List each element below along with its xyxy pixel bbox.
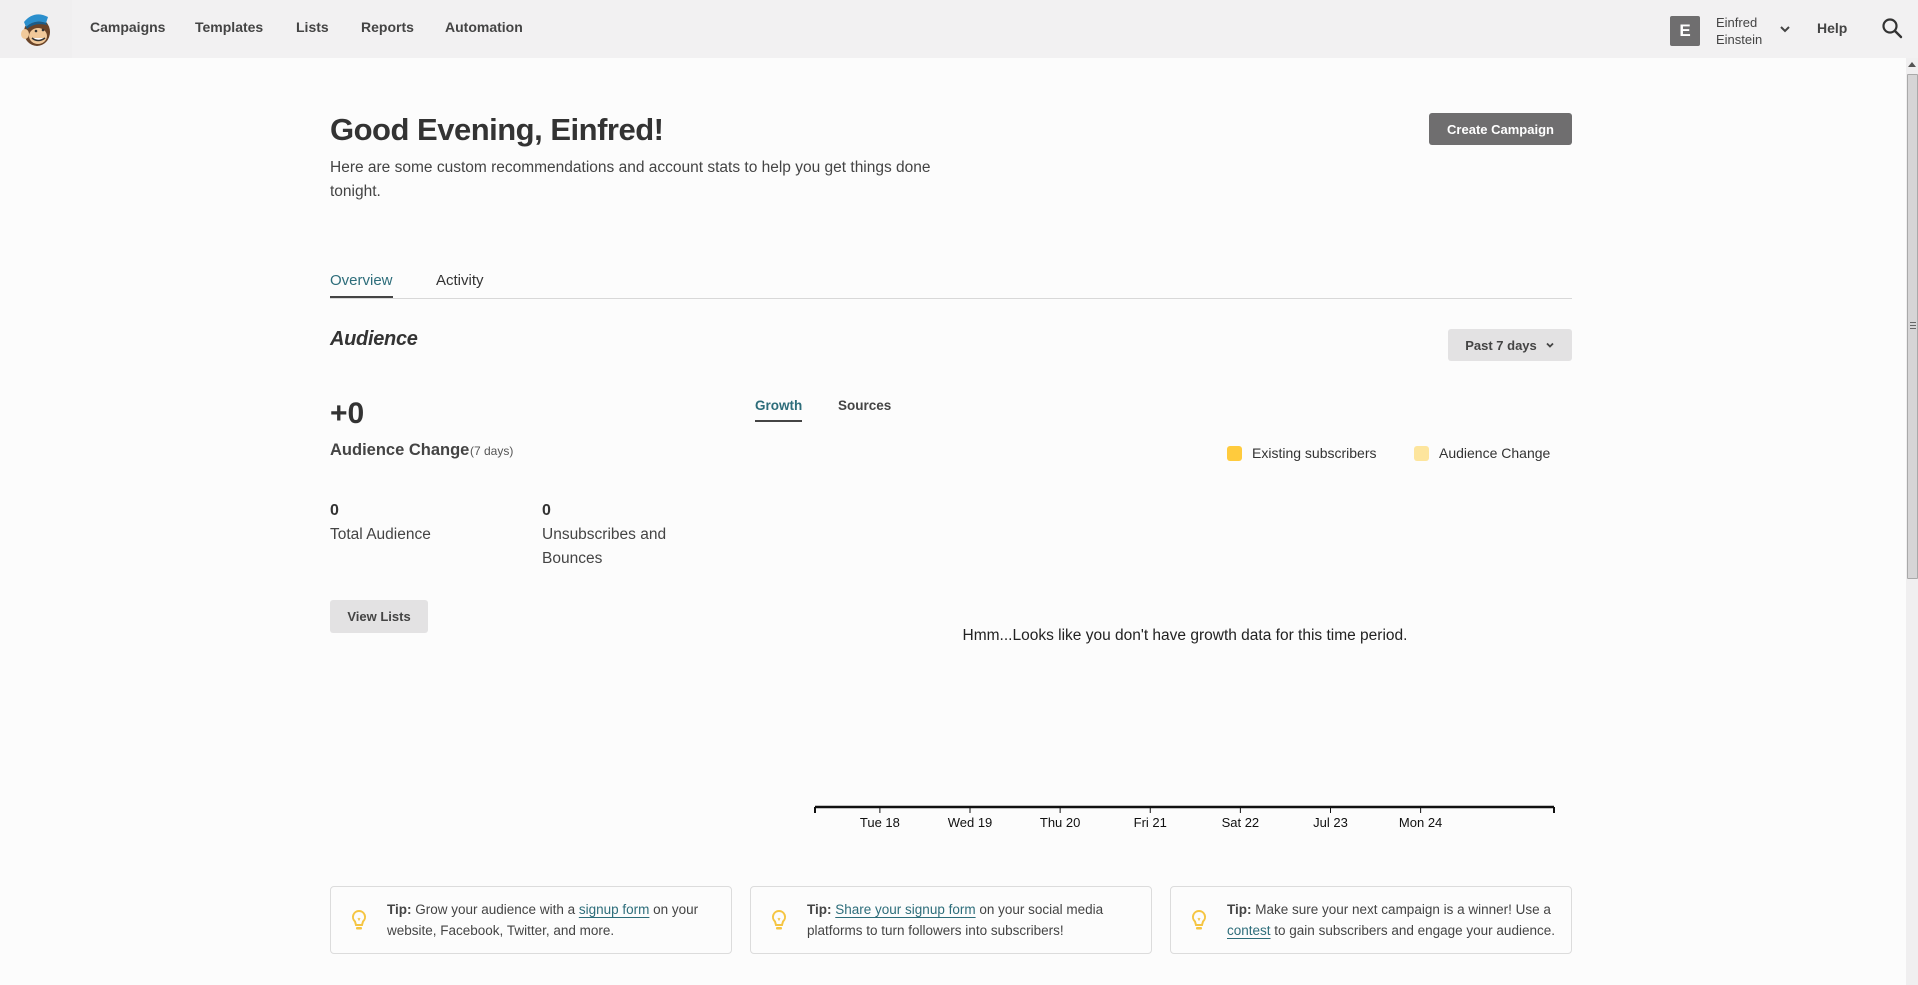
x-axis-tick-label: Wed 19 <box>948 815 993 830</box>
top-navigation: Campaigns Templates Lists Reports Automa… <box>0 0 1918 58</box>
total-audience-value: 0 <box>330 502 339 519</box>
nav-campaigns[interactable]: Campaigns <box>90 19 165 35</box>
unsubscribes-value: 0 <box>542 502 551 519</box>
unsubscribes-label: Unsubscribes and Bounces <box>542 526 667 567</box>
date-range-label: Past 7 days <box>1465 337 1537 353</box>
chart-empty-message: Hmm...Looks like you don't have growth d… <box>962 627 1408 644</box>
help-link[interactable]: Help <box>1817 20 1847 36</box>
tip-prefix: Tip: <box>387 902 412 917</box>
scrollbar-thumb[interactable] <box>1907 74 1918 579</box>
search-icon[interactable] <box>1881 17 1903 39</box>
chevron-down-icon[interactable] <box>1778 22 1792 36</box>
page-title: Good Evening, Einfred! <box>330 112 664 147</box>
total-audience-label: Total Audience <box>330 526 431 543</box>
audience-heading: Audience <box>330 328 418 350</box>
create-campaign-button[interactable]: Create Campaign <box>1429 113 1572 145</box>
audience-change-label: Audience Change <box>330 441 470 459</box>
legend-swatch-existing <box>1227 445 1242 461</box>
monkey-logo-icon <box>21 14 50 46</box>
growth-chart-x-axis: Tue 18 Wed 19 Thu 20 Fri 21 Sat 22 Jul 23 Mon … <box>814 805 1555 830</box>
tab-overview[interactable]: Overview <box>330 272 393 298</box>
x-axis-tick-label: Jul 23 <box>1313 815 1348 830</box>
nav-templates[interactable]: Templates <box>195 19 263 35</box>
x-axis-tick-label: Sat 22 <box>1222 815 1260 830</box>
lightbulb-icon <box>771 909 787 930</box>
legend-existing-subscribers: Existing subscribers <box>1227 445 1377 461</box>
audience-change-period: (7 days) <box>470 444 514 458</box>
view-lists-button[interactable]: View Lists <box>330 600 428 633</box>
tip-card: Tip: Grow your audience with a signup fo… <box>330 886 732 954</box>
tip-text: Tip: Grow your audience with a signup fo… <box>387 899 721 941</box>
user-avatar[interactable]: E <box>1670 16 1700 46</box>
tip-prefix: Tip: <box>1227 902 1252 917</box>
tip-text: Tip: Share your signup form on your soci… <box>807 899 1141 941</box>
lightbulb-icon <box>1191 909 1207 930</box>
legend-label: Audience Change <box>1439 445 1551 461</box>
chart-tab-sources[interactable]: Sources <box>838 398 891 420</box>
legend-audience-change: Audience Change <box>1414 445 1550 461</box>
legend-label: Existing subscribers <box>1252 445 1377 461</box>
scrollbar-grip-icon <box>1910 322 1916 329</box>
share-signup-form-link[interactable]: Share your signup form <box>835 902 975 917</box>
tip-text-before: Make sure your next campaign is a winner… <box>1251 902 1551 917</box>
page-scrollbar[interactable] <box>1906 58 1918 985</box>
tip-prefix: Tip: <box>807 902 832 917</box>
dashboard-tabs: Overview Activity <box>330 270 1572 299</box>
scroll-up-arrow-icon[interactable] <box>1908 62 1916 67</box>
tip-text-before: Grow your audience with a <box>411 902 579 917</box>
chevron-down-icon <box>1546 342 1554 348</box>
audience-change-value: +0 <box>330 397 365 430</box>
x-axis-tick-label: Fri 21 <box>1134 815 1167 830</box>
nav-automation[interactable]: Automation <box>445 19 523 35</box>
lightbulb-icon <box>351 909 367 930</box>
x-axis-tick-label: Thu 20 <box>1040 815 1080 830</box>
user-first-name: Einfred <box>1716 15 1758 30</box>
tip-card: Tip: Make sure your next campaign is a w… <box>1170 886 1572 954</box>
x-axis-tick-label: Tue 18 <box>860 815 900 830</box>
signup-form-link[interactable]: signup form <box>579 902 650 917</box>
tab-activity[interactable]: Activity <box>436 272 484 296</box>
chart-tab-growth[interactable]: Growth <box>755 398 803 422</box>
mailchimp-logo[interactable] <box>0 0 72 58</box>
contest-link[interactable]: contest <box>1227 923 1271 938</box>
nav-reports[interactable]: Reports <box>361 19 414 35</box>
page-subtitle: Here are some custom recommendations and… <box>330 159 931 200</box>
date-range-dropdown[interactable]: Past 7 days <box>1448 329 1572 361</box>
x-axis-tick-label: Mon 24 <box>1399 815 1442 830</box>
tip-text-after: to gain subscribers and engage your audi… <box>1270 923 1555 938</box>
tip-text: Tip: Make sure your next campaign is a w… <box>1227 899 1561 941</box>
legend-swatch-change <box>1414 445 1429 461</box>
user-menu[interactable]: Einfred Einstein <box>1716 14 1762 48</box>
user-last-name: Einstein <box>1716 32 1763 47</box>
nav-lists[interactable]: Lists <box>296 19 329 35</box>
tip-card: Tip: Share your signup form on your soci… <box>750 886 1152 954</box>
